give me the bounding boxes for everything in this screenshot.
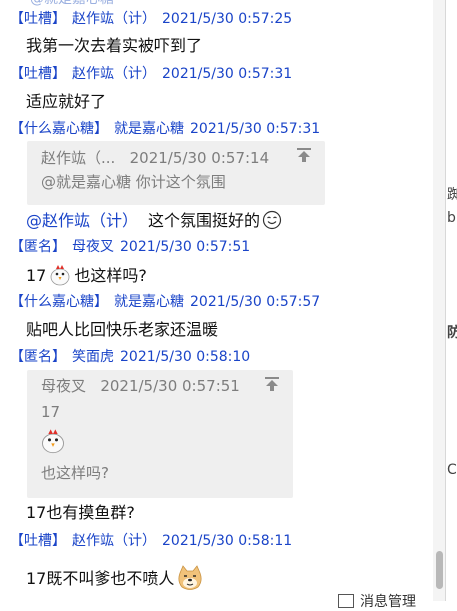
message-header: 【吐槽】 赵作竑（计） 2021/5/30 0:57:25 <box>10 10 292 28</box>
member-title-tag: 【吐槽】 <box>10 11 66 27</box>
sender-name[interactable]: 就是嘉心糖 <box>114 121 184 137</box>
timestamp: 2021/5/30 0:57:31 <box>190 121 321 137</box>
timestamp: 2021/5/30 0:57:57 <box>190 294 321 310</box>
mention-link[interactable]: @赵作竑（计） <box>26 211 138 230</box>
message-header: 【什么嘉心糖】 就是嘉心糖 2021/5/30 0:57:31 <box>10 120 320 138</box>
chat-message-list: @就是嘉心糖 【吐槽】赵作竑（计）2021/5/30 0:57:25 我第一次去… <box>0 0 432 601</box>
timestamp: 2021/5/30 0:58:11 <box>162 533 293 549</box>
scrollbar-track[interactable] <box>433 0 445 601</box>
quoted-timestamp: 2021/5/30 0:57:14 <box>129 149 270 167</box>
message-header: 【吐槽】 赵作竑（计） 2021/5/30 0:57:31 <box>10 65 292 83</box>
member-title-tag: 【匿名】 <box>10 349 66 365</box>
message-text: 我第一次去着实被吓到了 <box>26 36 203 55</box>
doge-icon <box>178 565 202 590</box>
adjacent-panel-fragment: 踟 b 防 C <box>445 0 457 601</box>
timestamp: 2021/5/30 0:58:10 <box>120 349 251 365</box>
panel-text-fragment: 防 <box>447 322 457 342</box>
timestamp: 2021/5/30 0:57:31 <box>162 66 293 82</box>
message-text: 17既不叫爹也不喷人 <box>26 564 206 590</box>
sender-name[interactable]: 赵作竑（计） <box>72 11 156 27</box>
quoted-header: 母夜叉 2021/5/30 0:57:51 <box>41 376 240 396</box>
quoted-timestamp: 2021/5/30 0:57:51 <box>100 377 240 395</box>
quoted-message[interactable]: 赵作竑（... 2021/5/30 0:57:14 @就是嘉心糖 你计这个氛围 <box>27 141 325 205</box>
message-header: 【匿名】 母夜叉 2021/5/30 0:57:51 <box>10 238 250 256</box>
quoted-message[interactable]: 母夜叉 2021/5/30 0:57:51 17 也这样吗? <box>27 370 293 498</box>
chicken-icon <box>42 429 64 454</box>
sender-name[interactable]: 笑面虎 <box>72 349 114 365</box>
message-header: 【匿名】 笑面虎 2021/5/30 0:58:10 <box>10 348 250 366</box>
quoted-text: 17 <box>41 403 61 421</box>
message-body-prefix: 17 <box>26 266 47 285</box>
panel-text-fragment: b <box>447 210 456 226</box>
message-text: @赵作竑（计） 这个氛围挺好的 <box>26 210 284 232</box>
timestamp: 2021/5/30 0:57:51 <box>120 239 251 255</box>
quoted-text: 也这样吗? <box>41 464 109 482</box>
sender-name[interactable]: 赵作竑（计） <box>72 533 156 549</box>
sender-name[interactable]: 赵作竑（计） <box>72 66 156 82</box>
panel-text-fragment: 踟 <box>447 184 457 204</box>
message-text: 17也有摸鱼群? <box>26 503 135 522</box>
member-title-tag: 【吐槽】 <box>10 66 66 82</box>
sender-name[interactable]: 母夜叉 <box>72 239 114 255</box>
message-text: 17 也这样吗? <box>26 263 147 286</box>
sender-name[interactable]: 就是嘉心糖 <box>114 294 184 310</box>
member-title-tag: 【匿名】 <box>10 239 66 255</box>
message-header: 【什么嘉心糖】 就是嘉心糖 2021/5/30 0:57:57 <box>10 293 320 311</box>
member-title-tag: 【吐槽】 <box>10 533 66 549</box>
quoted-sender: 赵作竑（... <box>41 149 116 167</box>
jump-to-message-icon[interactable] <box>295 146 313 164</box>
quoted-text: @就是嘉心糖 你计这个氛围 <box>41 173 226 191</box>
member-title-tag: 【什么嘉心糖】 <box>10 121 108 137</box>
message-body: 也这样吗? <box>74 266 147 285</box>
message-manager-label: 消息管理 <box>360 594 416 610</box>
quoted-header: 赵作竑（... 2021/5/30 0:57:14 <box>41 148 269 168</box>
jump-to-message-icon[interactable] <box>263 375 281 393</box>
timestamp: 2021/5/30 0:57:25 <box>162 11 293 27</box>
scrollbar-thumb[interactable] <box>436 551 443 589</box>
previous-message-fragment: @就是嘉心糖 <box>30 0 114 8</box>
message-body: 17既不叫爹也不喷人 <box>26 569 175 588</box>
smiling-face-icon <box>262 210 282 230</box>
message-text: 贴吧人比回快乐老家还温暖 <box>26 320 219 339</box>
chicken-icon <box>50 265 70 286</box>
panel-text-fragment: C <box>447 462 457 478</box>
member-title-tag: 【什么嘉心糖】 <box>10 294 108 310</box>
message-manager-icon <box>338 594 354 608</box>
message-header: 【吐槽】 赵作竑（计） 2021/5/30 0:58:11 <box>10 532 292 550</box>
message-text: 适应就好了 <box>26 92 107 111</box>
message-body: 这个氛围挺好的 <box>148 211 261 230</box>
message-manager-button[interactable]: 消息管理 <box>338 591 416 610</box>
quoted-sender: 母夜叉 <box>41 377 87 395</box>
